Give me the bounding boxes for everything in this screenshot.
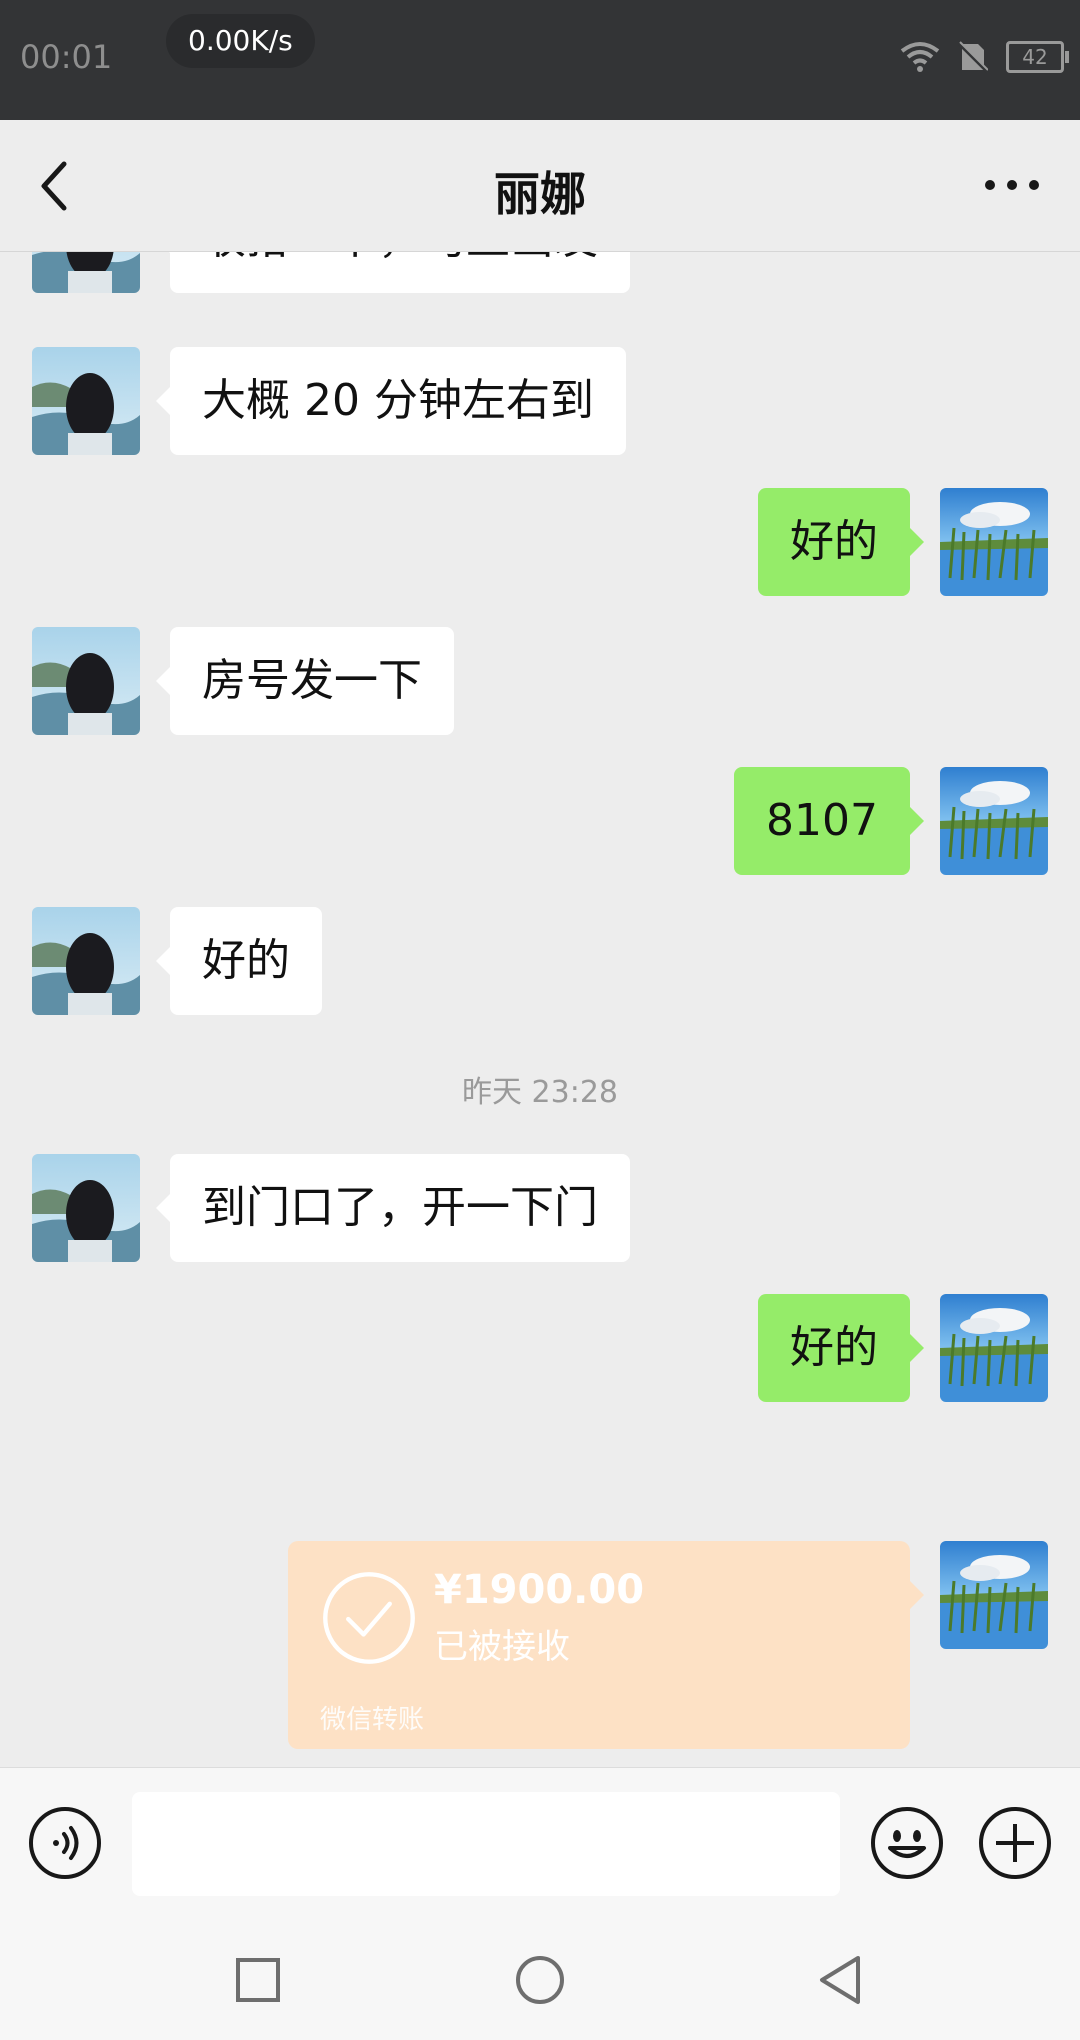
no-sim-icon [958,40,988,74]
self-avatar[interactable] [940,1541,1048,1649]
chat-title: 丽娜 [494,167,586,221]
outgoing-message[interactable]: 好的 [758,1294,924,1402]
status-bar: 00:01 0.00K/s 42 [0,0,1080,120]
self-avatar[interactable] [940,1294,1048,1402]
contact-avatar[interactable] [32,1154,140,1262]
square-icon[interactable] [230,1952,286,2008]
outgoing-message[interactable]: 好的 [758,488,924,596]
transfer-status: 已被接收 [434,1627,570,1667]
system-nav-bar [0,1920,1080,2040]
status-icons: 42 [900,40,1069,74]
self-avatar[interactable] [940,767,1048,875]
contact-avatar[interactable] [32,907,140,1015]
message-input[interactable] [132,1792,840,1896]
triangle-back-icon[interactable] [812,1952,868,2008]
message-timestamp: 昨天 23:28 [462,1075,618,1110]
check-circle-icon [323,1572,415,1664]
transfer-amount: ¥1900.00 [434,1567,645,1613]
outgoing-message[interactable]: 8107 [734,767,924,875]
more-dots-icon[interactable] [984,172,1040,198]
self-avatar[interactable] [940,488,1048,596]
emoji-icon[interactable] [870,1806,944,1880]
status-time: 00:01 [20,38,113,76]
wifi-icon [900,42,940,72]
plus-icon[interactable] [978,1806,1052,1880]
input-bar [0,1767,1080,1921]
incoming-message[interactable]: 收拾一下，马上出发 [156,251,630,293]
contact-avatar[interactable] [32,251,140,293]
chat-header: 丽娜 [0,120,1080,252]
incoming-message[interactable]: 大概 20 分钟左右到 [156,347,626,455]
network-speed: 0.00K/s [166,14,315,68]
incoming-message[interactable]: 房号发一下 [156,627,454,735]
circle-icon[interactable] [512,1952,568,2008]
contact-avatar[interactable] [32,627,140,735]
transfer-card[interactable]: ¥1900.00 已被接收 微信转账 [288,1541,924,1749]
transfer-label: 微信转账 [320,1705,425,1735]
incoming-message[interactable]: 到门口了，开一下门 [156,1154,630,1262]
message-list[interactable]: 收拾一下，马上出发 大概 20 分钟左右到 好的 [0,251,1080,1767]
battery-icon: 42 [1006,41,1069,73]
incoming-message[interactable]: 好的 [156,907,322,1015]
voice-icon[interactable] [28,1806,102,1880]
contact-avatar[interactable] [32,347,140,455]
